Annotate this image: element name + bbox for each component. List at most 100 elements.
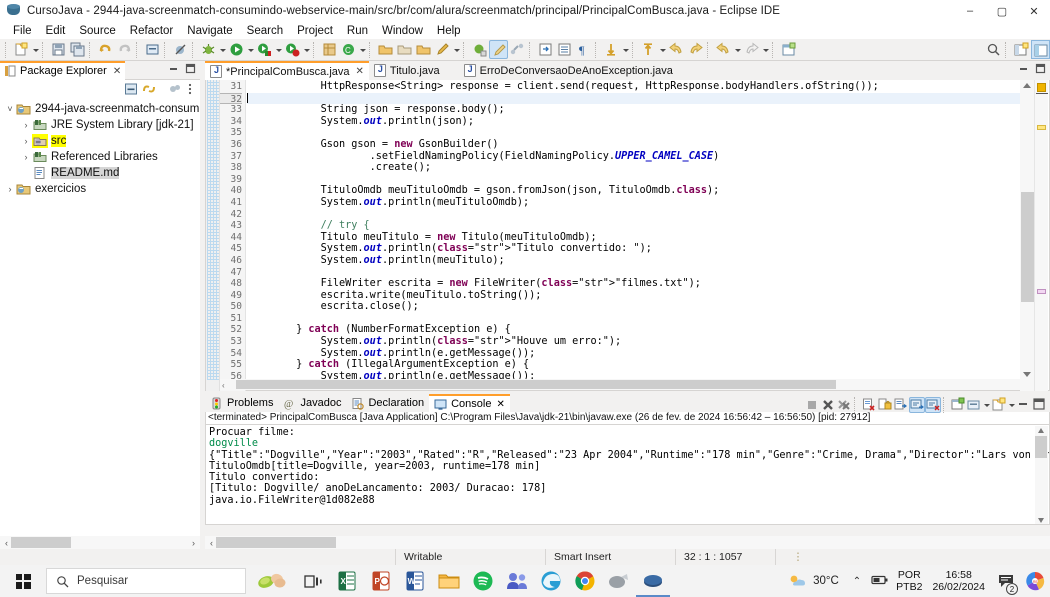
menu-file[interactable]: File — [6, 24, 39, 38]
profile-dropdown-icon[interactable] — [302, 40, 311, 59]
next-edit-dropdown-icon[interactable] — [761, 40, 770, 59]
open-resource-icon[interactable] — [414, 40, 433, 59]
change-marker[interactable] — [1037, 289, 1046, 294]
run-dropdown-icon[interactable] — [246, 40, 255, 59]
close-icon[interactable]: ✕ — [113, 66, 121, 77]
menu-project[interactable]: Project — [290, 24, 340, 38]
taskbar-clock[interactable]: 16:58 26/02/2024 — [925, 569, 992, 593]
open-console-icon[interactable] — [991, 397, 1007, 413]
expand-arrow-icon[interactable]: ˅ — [4, 104, 16, 114]
overview-ruler[interactable] — [1034, 80, 1048, 391]
show-console-on-error-icon[interactable] — [925, 396, 941, 413]
menu-navigate[interactable]: Navigate — [180, 24, 239, 38]
console-scroll-thumb[interactable] — [1035, 436, 1047, 458]
new-window-icon[interactable] — [779, 40, 798, 59]
view-kebab-icon[interactable] — [186, 82, 194, 96]
taskbar-app-powerpoint[interactable]: P — [364, 565, 398, 597]
view-menu-icon[interactable] — [168, 82, 182, 96]
scroll-lock-icon[interactable] — [877, 397, 893, 413]
minimize-button[interactable]: – — [954, 0, 986, 22]
source-code[interactable]: HttpResponse<String> response = client.s… — [247, 80, 1020, 380]
taskbar-app-word[interactable]: W — [398, 565, 432, 597]
export-icon[interactable] — [536, 40, 555, 59]
terminal-icon[interactable] — [470, 40, 489, 59]
prev-edit-icon[interactable] — [714, 40, 733, 59]
taskbar-app-spotify[interactable] — [466, 565, 500, 597]
editor-hscroll-thumb[interactable] — [236, 380, 836, 389]
console-hscrollbar[interactable]: ‹ — [205, 536, 1050, 549]
scroll-right-arrow-icon[interactable]: › — [187, 536, 200, 549]
editor-marker-bar[interactable] — [206, 80, 220, 391]
java-perspective-icon[interactable] — [1031, 40, 1050, 59]
open-perspective-icon[interactable] — [1012, 40, 1031, 59]
menu-edit[interactable]: Edit — [39, 24, 73, 38]
menu-window[interactable]: Window — [375, 24, 430, 38]
language-indicator[interactable]: POR PTB2 — [893, 569, 925, 593]
taskbar-app-teams[interactable] — [500, 565, 534, 597]
save-icon[interactable] — [49, 40, 68, 59]
scroll-up-arrow-icon[interactable] — [1038, 428, 1044, 433]
open-console-icon[interactable] — [143, 40, 162, 59]
prev-edit-dropdown-icon[interactable] — [733, 40, 742, 59]
taskbar-app-unknown[interactable] — [602, 565, 636, 597]
task-view-button[interactable] — [296, 565, 330, 597]
tree-item-readme[interactable]: README.md — [4, 165, 200, 181]
notifications-button[interactable]: 2 — [992, 565, 1020, 597]
open-type-icon[interactable] — [376, 40, 395, 59]
tab-declaration[interactable]: Declaration — [346, 394, 429, 412]
tab-console[interactable]: Console ✕ — [429, 394, 510, 412]
display-selected-console-icon[interactable] — [966, 397, 982, 413]
new-icon[interactable] — [12, 40, 31, 59]
package-explorer-hscrollbar[interactable]: ‹ › — [0, 536, 200, 549]
tree-item-src[interactable]: › src — [4, 133, 200, 149]
minimize-icon[interactable] — [1016, 397, 1032, 413]
prev-annotation-icon[interactable] — [639, 40, 658, 59]
remove-launch-icon[interactable] — [820, 397, 836, 413]
show-console-on-output-icon[interactable] — [909, 396, 925, 413]
start-button[interactable] — [0, 565, 46, 597]
close-button[interactable]: ✕ — [1018, 0, 1050, 22]
clear-console-icon[interactable] — [861, 397, 877, 413]
tab-titulo[interactable]: Titulo.java — [368, 61, 445, 80]
menu-source[interactable]: Source — [72, 24, 122, 38]
tree-item-jre-library[interactable]: › JRE System Library [jdk-21] — [4, 117, 200, 133]
taskbar-app-eclipse[interactable] — [636, 565, 670, 597]
menu-run[interactable]: Run — [340, 24, 375, 38]
expand-arrow-icon[interactable]: › — [20, 136, 32, 146]
tree-item-project[interactable]: ˅ 2944-java-screenmatch-consumindo-we — [4, 101, 239, 117]
tab-package-explorer[interactable]: Package Explorer ✕ — [0, 60, 126, 80]
close-icon[interactable]: ✕ — [356, 66, 364, 77]
save-all-icon[interactable] — [68, 40, 87, 59]
tab-errodeconversaodeanoexception[interactable]: ErroDeConversaoDeAnoException.java — [458, 61, 678, 80]
taskbar-app-edge[interactable] — [534, 565, 568, 597]
back-icon[interactable] — [667, 40, 686, 59]
open-console-dropdown-icon[interactable] — [1007, 395, 1016, 414]
occurrence-marker[interactable] — [1037, 125, 1046, 130]
coverage-icon[interactable] — [255, 40, 274, 59]
scroll-down-arrow-icon[interactable] — [1023, 372, 1031, 377]
tab-principalcombusca[interactable]: *PrincipalComBusca.java ✕ — [205, 61, 369, 80]
code-editor[interactable]: 31 32 33 34 35 36 37 38 39 40 41 42 43 44 45 46 47 48 49 50… — [205, 80, 1050, 391]
maximize-icon[interactable] — [1032, 397, 1048, 413]
maximize-icon[interactable] — [185, 63, 196, 74]
next-annotation-dropdown-icon[interactable] — [621, 40, 630, 59]
link-with-editor-icon[interactable] — [142, 82, 156, 96]
close-icon[interactable]: ✕ — [496, 399, 504, 410]
debug-icon[interactable] — [199, 40, 218, 59]
editor-vertical-scrollbar[interactable] — [1020, 80, 1034, 391]
new-package-icon[interactable] — [320, 40, 339, 59]
weather-widget[interactable]: 30°C — [788, 573, 847, 589]
taskbar-search[interactable]: Pesquisar — [46, 568, 246, 594]
menu-refactor[interactable]: Refactor — [123, 24, 180, 38]
link-icon[interactable] — [508, 40, 527, 59]
next-annotation-icon[interactable] — [602, 40, 621, 59]
new-class-dropdown-icon[interactable] — [358, 40, 367, 59]
run-icon[interactable] — [227, 40, 246, 59]
menu-help[interactable]: Help — [430, 24, 468, 38]
tab-javadoc[interactable]: @ Javadoc — [278, 394, 346, 412]
console-vertical-scrollbar[interactable] — [1035, 426, 1048, 524]
terminate-icon[interactable] — [804, 397, 820, 413]
collapse-all-icon[interactable] — [124, 82, 138, 96]
new-dropdown-icon[interactable] — [31, 40, 40, 59]
debug-dropdown-icon[interactable] — [218, 40, 227, 59]
